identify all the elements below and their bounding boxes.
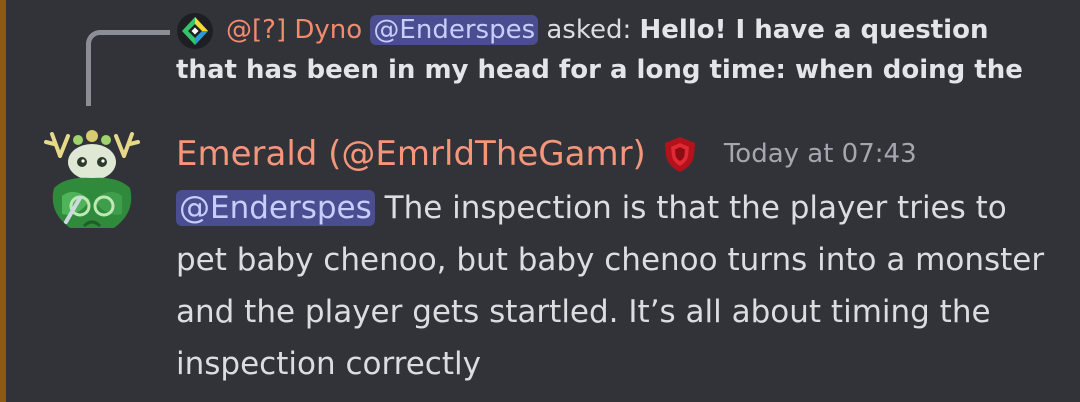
reply-verb: asked: [546, 15, 632, 45]
reply-connector-line [86, 30, 170, 106]
channel-edge-strip [0, 0, 6, 402]
user-avatar[interactable] [40, 126, 144, 234]
message-mention[interactable]: @Enderspes [176, 190, 375, 226]
reply-preview[interactable]: @[?] Dyno @Enderspes asked: Hello! I hav… [176, 10, 1056, 90]
reply-author[interactable]: @[?] Dyno [226, 15, 362, 45]
username[interactable]: Emerald (@EmrldTheGamr) [176, 134, 646, 174]
reply-mention[interactable]: @Enderspes [370, 15, 539, 45]
message-timestamp[interactable]: Today at 07:43 [724, 139, 917, 169]
message-content: @Enderspes The inspection is that the pl… [176, 182, 1066, 390]
message-header: Emerald (@EmrldTheGamr) Today at 07:43 [176, 128, 917, 180]
red-shield-icon[interactable] [660, 134, 700, 174]
